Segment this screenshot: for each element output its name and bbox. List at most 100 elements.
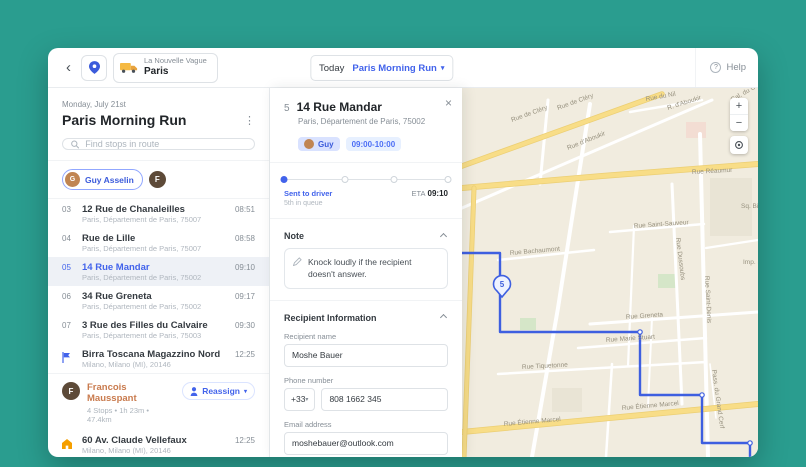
stop-number: 5: [284, 103, 290, 114]
stop-list-francois: 60 Av. Claude Vellefaux Milano, Milano (…: [48, 430, 269, 457]
stop-title: 14 Rue Mandar: [296, 100, 382, 114]
phone-label: Phone number: [284, 375, 334, 385]
zoom-out-button[interactable]: −: [730, 115, 748, 131]
stop-info: 34 Rue Greneta Paris, Département de Par…: [82, 291, 228, 311]
stop-search[interactable]: [62, 138, 255, 150]
progress-dot: [341, 176, 349, 183]
zoom-in-button[interactable]: +: [730, 98, 748, 114]
today-label: Today: [319, 62, 345, 74]
person-icon: [190, 386, 198, 396]
recipient-name-field[interactable]: [284, 343, 448, 367]
help-button[interactable]: ? Help: [710, 62, 746, 73]
note-section-title: Note: [284, 231, 304, 241]
stop-row[interactable]: 06 34 Rue Greneta Paris, Département de …: [48, 286, 269, 315]
stop-row[interactable]: Birra Toscana Magazzino Nord Milano, Mil…: [48, 344, 269, 373]
route-switcher: Today Paris Morning Run ▾: [310, 55, 454, 81]
search-input[interactable]: [85, 139, 246, 149]
stop-row[interactable]: 07 3 Rue des Filles du Calvaire Paris, D…: [48, 315, 269, 344]
chevron-up-icon[interactable]: [439, 232, 448, 240]
topbar: ‹ La Nouvelle Vague Paris Today Paris Mo…: [48, 48, 758, 88]
svg-text:5: 5: [500, 280, 505, 289]
progress-dot: [280, 176, 288, 183]
avatar: F: [62, 382, 80, 400]
chevron-down-icon: ▾: [305, 396, 309, 403]
location-pin-button[interactable]: [81, 54, 107, 81]
route-menu-button[interactable]: ⋮: [244, 114, 255, 127]
chip-row: Guy 09:00-10:00: [298, 137, 448, 151]
stop-info: 12 Rue de Chanaleilles Paris, Départemen…: [82, 204, 228, 224]
stop-info: 60 Av. Claude Vellefaux Milano, Milano (…: [82, 435, 228, 455]
help-label: Help: [726, 62, 746, 73]
status-label: Sent to driver: [284, 189, 333, 198]
avatar: [304, 139, 314, 149]
note-text: Knock loudly if the recipient doesn't an…: [308, 257, 412, 280]
stop-detail-panel: × 5 14 Rue Mandar Paris, Département de …: [270, 88, 462, 457]
divider: [270, 299, 462, 301]
driver-filter-guy[interactable]: G Guy Asselin: [62, 169, 143, 190]
note-box[interactable]: Knock loudly if the recipient doesn't an…: [284, 248, 448, 289]
country-code-value: +33: [291, 394, 306, 405]
route-title: Paris Morning Run: [62, 112, 187, 128]
divider: [270, 162, 462, 163]
back-button[interactable]: ‹: [60, 60, 77, 75]
driver-chip-label: Guy: [318, 139, 334, 149]
stop-eta: 09:10: [234, 263, 255, 272]
stop-address: Milano, Milano (MI), 20146: [82, 360, 171, 369]
email-label: Email address: [284, 419, 332, 429]
driver-pill-name: Guy Asselin: [85, 174, 134, 185]
street-label: Imp. S...: [743, 259, 758, 266]
stop-address: Milano, Milano (MI), 20146: [82, 446, 171, 455]
org-city: Paris: [144, 66, 169, 78]
stop-eta: 08:51: [234, 205, 255, 214]
stop-address: Paris, Département de Paris, 75007: [82, 244, 202, 253]
stop-info: 3 Rue des Filles du Calvaire Paris, Dépa…: [82, 320, 228, 340]
email-field[interactable]: [284, 431, 448, 455]
progress-dot: [390, 176, 398, 183]
stop-address: Paris, Département de Paris, 75002: [82, 302, 202, 311]
question-icon: ?: [710, 62, 722, 73]
content-area: Monday, July 21st Paris Morning Run ⋮ G …: [48, 88, 758, 457]
reassign-label: Reassign: [202, 386, 240, 396]
locate-button[interactable]: [730, 136, 748, 154]
home-icon: [62, 435, 75, 455]
stop-row[interactable]: 03 12 Rue de Chanaleilles Paris, Départe…: [48, 199, 269, 228]
search-icon: [71, 140, 80, 149]
progress-track: [280, 176, 452, 184]
stop-row[interactable]: 05 14 Rue Mandar Paris, Département de P…: [48, 257, 269, 286]
stop-eta: 12:25: [234, 436, 255, 445]
driver-filter-francois-avatar[interactable]: F: [148, 171, 166, 188]
queue-label: 5th in queue: [284, 200, 323, 207]
eta-label: ETA: [411, 189, 426, 198]
driver-filter-row: G Guy Asselin F: [48, 161, 269, 198]
stop-number: 07: [62, 321, 71, 330]
recipient-name-label: Recipient name: [284, 331, 337, 341]
truck-icon: [120, 63, 138, 73]
app-window: ‹ La Nouvelle Vague Paris Today Paris Mo…: [48, 48, 758, 457]
chevron-up-icon[interactable]: [439, 314, 448, 322]
stop-info: 14 Rue Mandar Paris, Département de Pari…: [82, 262, 228, 282]
delivery-progress: Sent to driver 5th in queue ETA 09:10: [280, 176, 452, 207]
stop-number: 05: [62, 263, 71, 272]
topbar-right: ? Help: [695, 48, 746, 87]
org-name: La Nouvelle Vague: [144, 56, 207, 66]
stop-number: 03: [62, 205, 71, 214]
stop-name: 34 Rue Greneta: [82, 291, 152, 302]
progress-line: [286, 179, 446, 180]
driver-name[interactable]: Francois Mausspant: [87, 382, 175, 404]
org-switcher[interactable]: La Nouvelle Vague Paris: [113, 52, 218, 83]
driver-chip[interactable]: Guy: [298, 137, 340, 151]
stop-info: Rue de Lille Paris, Département de Paris…: [82, 233, 228, 253]
avatar: G: [65, 172, 80, 187]
country-code-select[interactable]: +33 ▾: [284, 387, 316, 411]
map-canvas[interactable]: 5 Rue de Cléry Rue de Cléry Rue d'Aboukir R…: [462, 88, 758, 457]
stop-row[interactable]: 04 Rue de Lille Paris, Département de Pa…: [48, 228, 269, 257]
close-icon[interactable]: ×: [445, 96, 452, 110]
reassign-button[interactable]: Reassign ▾: [182, 382, 255, 400]
eta: ETA 09:10: [412, 189, 449, 207]
phone-number-field[interactable]: [321, 387, 449, 411]
progress-dot: [444, 176, 452, 183]
stop-eta: 09:17: [234, 292, 255, 301]
stop-list-guy: 03 12 Rue de Chanaleilles Paris, Départe…: [48, 199, 269, 373]
stop-row[interactable]: 60 Av. Claude Vellefaux Milano, Milano (…: [48, 430, 269, 457]
route-select[interactable]: Paris Morning Run ▾: [352, 63, 444, 74]
